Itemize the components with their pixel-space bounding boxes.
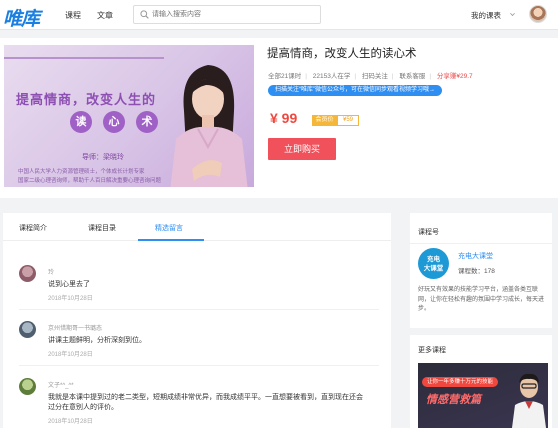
thumbnail-title: 情感营救篇	[426, 394, 481, 406]
comment-author: 玲	[48, 270, 55, 276]
course-hero-card: 提高情商，改变人生的 读 心 术 导师：梁晓玲 中国人民大学人力资源管理硕士，个…	[0, 38, 558, 198]
cover-description-line: 国家二级心理咨询师，帮助千人百日解决重要心理咨询问题	[18, 178, 162, 184]
course-content-panel: 课程简介 课程目录 精选留言 玲 说到心里去了 2018年10月28日 京州惜期…	[3, 213, 391, 428]
instructor-photo	[512, 373, 546, 428]
account-logo[interactable]: 充电 大课堂	[418, 248, 449, 279]
account-course-count: 课程数：178	[458, 268, 495, 275]
more-course-thumbnail[interactable]: 让你一年多赚十万元的技能 情感营救篇	[418, 363, 548, 428]
comment-divider	[19, 365, 379, 366]
share-earn-link[interactable]: 分享赚¥29.7	[437, 73, 473, 80]
my-courses-link[interactable]: 我的课表	[471, 10, 501, 21]
course-account-card: 课程号 充电 大课堂 充电大课堂 课程数：178 好玩又有效果的技能学习平台，涵…	[410, 213, 552, 328]
tab-featured-comments[interactable]: 精选留言	[155, 223, 183, 233]
search-icon[interactable]	[140, 10, 149, 19]
comment-date: 2018年10月28日	[48, 352, 93, 358]
comment-author: 文子*^_^*	[48, 383, 74, 389]
cover-circle-char: 读	[70, 111, 92, 133]
site-logo[interactable]: 唯库	[3, 4, 40, 31]
comment-text: 过分在意别人的评价。	[48, 404, 118, 411]
comment-text: 讲课主题鲜明，分析深刻到位。	[48, 337, 146, 344]
course-tabs: 课程简介 课程目录 精选留言	[3, 213, 391, 241]
cover-circle-char: 心	[103, 111, 125, 133]
cover-circle-char: 术	[136, 111, 158, 133]
comment-date: 2018年10月28日	[48, 419, 93, 425]
course-cover-image: 提高情商，改变人生的 读 心 术 导师：梁晓玲 中国人民大学人力资源管理硕士，个…	[4, 45, 254, 187]
divider	[410, 243, 552, 244]
search-input[interactable]	[152, 8, 312, 21]
avatar	[19, 321, 36, 338]
avatar	[19, 265, 36, 282]
more-courses-heading: 更多课程	[418, 347, 446, 354]
search-box[interactable]	[133, 5, 321, 24]
account-description: 好玩又有效果的技能学习平台，涵盖各类互联网，让你在轻松有趣的氛围中学习成长，每天…	[418, 287, 545, 312]
account-logo-text: 充电	[427, 256, 440, 263]
follow-link[interactable]: 扫码关注	[362, 73, 388, 80]
lesson-count: 全部21课时	[268, 73, 302, 80]
comment-date: 2018年10月28日	[48, 296, 93, 302]
user-avatar[interactable]	[529, 5, 547, 23]
account-heading: 课程号	[418, 229, 439, 236]
course-title: 提高情商，改变人生的读心术	[267, 48, 417, 60]
chevron-down-icon[interactable]	[510, 12, 515, 17]
thumbnail-tagline: 让你一年多赚十万元的技能	[422, 377, 499, 387]
avatar	[19, 378, 36, 395]
learner-count: 22153人在学	[312, 73, 351, 80]
nav-link-articles[interactable]: 文章	[97, 10, 113, 21]
active-tab-indicator	[138, 239, 204, 241]
tab-course-intro[interactable]: 课程简介	[19, 223, 47, 233]
course-meta: 全部21课时 | 22153人在学 | 扫码关注 | 联系客服 | 分享赚¥29.7	[268, 73, 473, 80]
instructor-photo	[170, 65, 248, 187]
account-name-link[interactable]: 充电大课堂	[458, 251, 493, 261]
nav-link-courses[interactable]: 课程	[65, 10, 81, 21]
buy-now-button[interactable]: 立即购买	[268, 138, 336, 160]
customer-service-link[interactable]: 联系客服	[399, 73, 425, 80]
cover-mentor: 导师：梁晓玲	[82, 154, 124, 161]
more-courses-card: 更多课程 让你一年多赚十万元的技能 情感营救篇	[410, 335, 552, 428]
tab-course-catalog[interactable]: 课程目录	[88, 223, 116, 233]
comment-text: 我就是本课中提到过的老二类型，短期成绩非常优异，而我成绩平平。一直想要被看到，直…	[48, 394, 363, 401]
comment-author: 京州惜期哥一书璐态	[48, 326, 103, 332]
cover-title: 提高情商，改变人生的	[16, 93, 157, 108]
comment-text: 说到心里去了	[48, 281, 90, 288]
vip-price-value: ¥59	[337, 115, 359, 126]
top-navigation-bar: 唯库 课程 文章 我的课表	[0, 0, 558, 30]
account-logo-text: 大课堂	[423, 265, 444, 272]
cover-decoration-band	[4, 57, 164, 59]
course-price: ¥ 99	[270, 110, 298, 126]
vip-price-label: 会员价	[312, 115, 337, 126]
cover-description-line: 中国人民大学人力资源管理硕士，个体成长计划专家	[18, 169, 145, 175]
comment-divider	[19, 309, 379, 310]
wechat-promo-badge[interactable]: 扫描关注“唯库”微信公众号，可在微信同步观看视频学习哦→	[268, 85, 442, 96]
